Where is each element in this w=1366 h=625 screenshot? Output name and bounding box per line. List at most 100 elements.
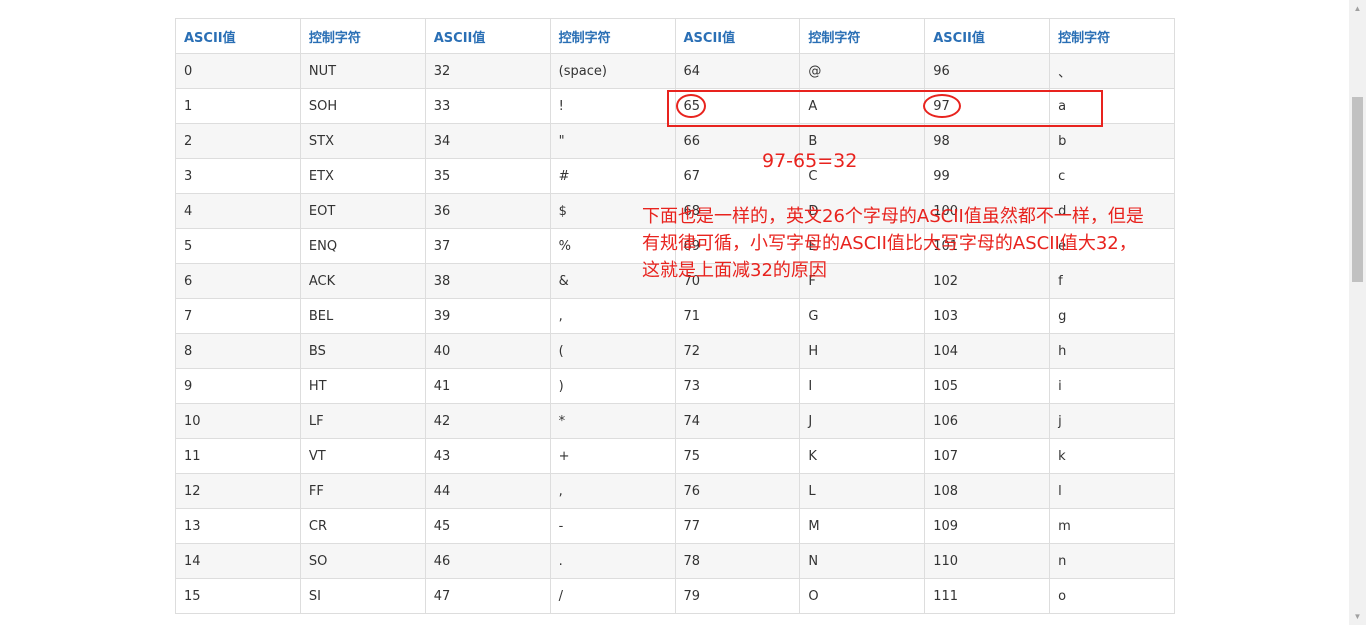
control-char-cell: FF [299,473,426,509]
ascii-value-cell: 77 [674,508,801,544]
control-char-cell: + [549,438,676,474]
ascii-value-cell: 44 [424,473,551,509]
ascii-value-cell: 36 [424,193,551,229]
ascii-value-cell: 73 [674,368,801,404]
control-char-cell: SI [299,578,426,614]
ascii-value-cell: 96 [924,53,1051,89]
ascii-value-cell: 78 [674,543,801,579]
ascii-value-cell: 38 [424,263,551,299]
ascii-value-cell: 76 [674,473,801,509]
table-row: 8 BS 40(72 H 104 h [175,333,1175,369]
ascii-value-cell: 33 [424,88,551,124]
ascii-value-cell: 104 [924,333,1051,369]
table-row: 3 ETX 35 #67 C 99 c [175,158,1175,194]
control-char-cell: SOH [299,88,426,124]
table-body: 0 NUT 32 (space) 64 @96、 1 SOH 33! 65 A 97 a 2 STX 34 " 6… [175,53,1175,614]
control-char-cell: j [1049,403,1175,439]
ascii-value-cell: 37 [424,228,551,264]
control-char-cell: BS [299,333,426,369]
control-char-cell: CR [299,508,426,544]
control-char-cell: g [1049,298,1175,334]
ascii-value-cell: 6 [175,263,301,299]
control-char-cell: c [1049,158,1175,194]
ascii-value-cell: 32 [424,53,551,89]
ascii-value-cell: 41 [424,368,551,404]
ascii-value-cell: 7 [175,298,301,334]
ascii-value-cell: 43 [424,438,551,474]
ascii-value-cell: 3 [175,158,301,194]
ascii-value-cell: 111 [924,578,1051,614]
table-row: 11 VT 43 +75 K 107 k [175,438,1175,474]
scroll-down-arrow-icon[interactable]: ▼ [1349,608,1366,625]
control-char-cell: # [549,158,676,194]
ascii-value-cell: 9 [175,368,301,404]
ascii-value-cell: 13 [175,508,301,544]
header-control-char-1: 控制字符 [299,18,426,54]
ascii-value-cell: 34 [424,123,551,159]
ascii-value-cell: 14 [175,543,301,579]
scrollbar-thumb[interactable] [1352,97,1363,282]
ascii-value-cell: 75 [674,438,801,474]
table-row: 0 NUT 32 (space) 64 @96、 [175,53,1175,89]
control-char-cell: m [1049,508,1175,544]
ascii-value-cell: 98 [924,123,1051,159]
control-char-cell: . [549,543,676,579]
control-char-cell: ( [549,333,676,369]
scroll-up-arrow-icon[interactable]: ▲ [1349,0,1366,17]
header-control-char-2: 控制字符 [549,18,676,54]
ascii-value-cell: 8 [175,333,301,369]
ascii-value-cell: 40 [424,333,551,369]
header-ascii-value-3: ASCII值 [674,18,801,54]
ascii-value-cell: 11 [175,438,301,474]
ascii-value-cell: 4 [175,193,301,229]
table-row: 9 HT 41) 73 I 105 i [175,368,1175,404]
control-char-cell: , [549,473,676,509]
ascii-value-cell: 45 [424,508,551,544]
ascii-value-cell: 10 [175,403,301,439]
control-char-cell: H [799,333,926,369]
control-char-cell: BEL [299,298,426,334]
vertical-scrollbar[interactable]: ▲ ▼ [1349,0,1366,625]
ascii-value-cell: 106 [924,403,1051,439]
control-char-cell: b [1049,123,1175,159]
ascii-value-cell: 79 [674,578,801,614]
control-char-cell: * [549,403,676,439]
control-char-cell: SO [299,543,426,579]
control-char-cell: 、 [1049,53,1175,89]
ascii-value-cell: 0 [175,53,301,89]
ascii-value-cell: 109 [924,508,1051,544]
header-control-char-4: 控制字符 [1049,18,1175,54]
table-row: 13 CR 45-77 M 109 m [175,508,1175,544]
ascii-value-cell: 99 [924,158,1051,194]
annotation-description: 下面也是一样的，英文26个字母的ASCII值虽然都不一样，但是 有规律可循，小写… [642,203,1144,284]
control-char-cell: STX [299,123,426,159]
control-char-cell: M [799,508,926,544]
ascii-value-cell: 110 [924,543,1051,579]
control-char-cell: ENQ [299,228,426,264]
control-char-cell: h [1049,333,1175,369]
control-char-cell: ! [549,88,676,124]
control-char-cell: o [1049,578,1175,614]
control-char-cell: VT [299,438,426,474]
control-char-cell: , [549,298,676,334]
control-char-cell: n [1049,543,1175,579]
control-char-cell: K [799,438,926,474]
control-char-cell: - [549,508,676,544]
control-char-cell: k [1049,438,1175,474]
control-char-cell: l [1049,473,1175,509]
ascii-value-cell: 64 [674,53,801,89]
control-char-cell: NUT [299,53,426,89]
control-char-cell: / [549,578,676,614]
ascii-value-cell: 103 [924,298,1051,334]
control-char-cell: ETX [299,158,426,194]
control-char-cell: " [549,123,676,159]
ascii-value-cell: 71 [674,298,801,334]
header-control-char-3: 控制字符 [799,18,926,54]
ascii-value-cell: 108 [924,473,1051,509]
annotation-line: 下面也是一样的，英文26个字母的ASCII值虽然都不一样，但是 [642,206,1144,227]
control-char-cell: N [799,543,926,579]
ascii-value-cell: 47 [424,578,551,614]
control-char-cell: O [799,578,926,614]
ascii-value-cell: 35 [424,158,551,194]
header-ascii-value-4: ASCII值 [924,18,1051,54]
